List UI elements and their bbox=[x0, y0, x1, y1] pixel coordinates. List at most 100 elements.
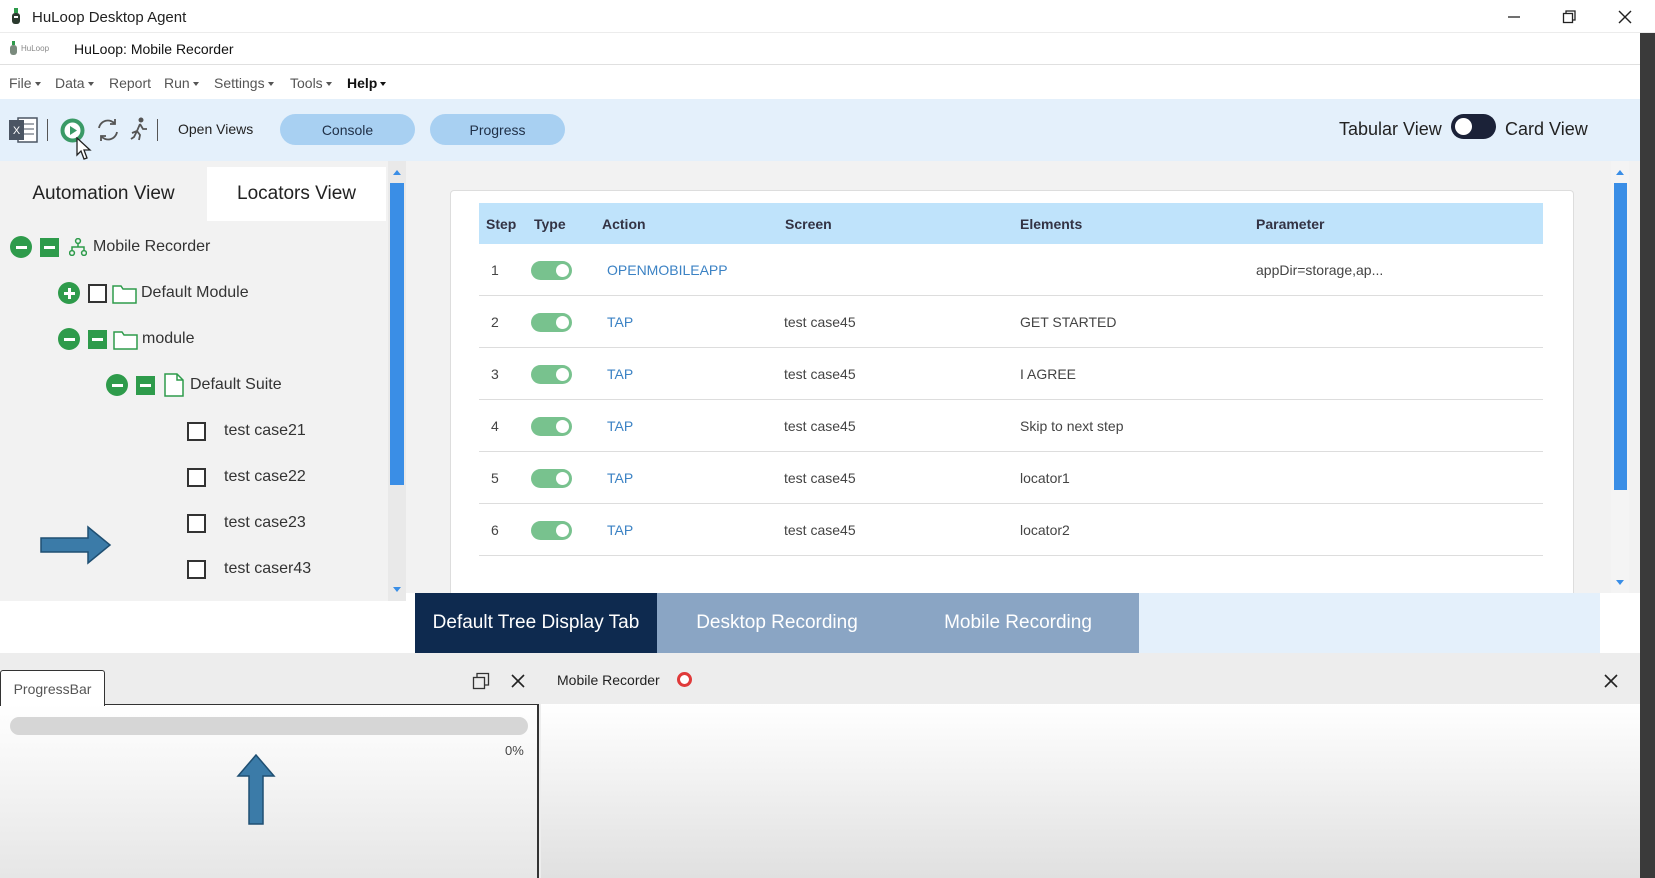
progress-percent: 0% bbox=[505, 743, 524, 758]
checkbox[interactable] bbox=[88, 283, 107, 303]
checkbox[interactable] bbox=[187, 467, 206, 487]
table-row[interactable]: 4 TAP test case45 Skip to next step bbox=[479, 400, 1543, 452]
close-button[interactable] bbox=[1597, 0, 1653, 33]
arrow-right-icon bbox=[40, 525, 112, 565]
tree-default-suite[interactable]: Default Suite bbox=[106, 372, 282, 398]
console-button[interactable]: Console bbox=[280, 114, 415, 145]
cell-action[interactable]: OPENMOBILEAPP bbox=[607, 262, 728, 278]
menu-data[interactable]: Data bbox=[55, 75, 94, 91]
test-case-label: test case23 bbox=[224, 514, 306, 531]
cell-action[interactable]: TAP bbox=[607, 366, 633, 382]
restore-panel-button[interactable] bbox=[472, 672, 490, 690]
collapse-square-icon[interactable] bbox=[136, 375, 155, 395]
tree-default-module[interactable]: Default Module bbox=[58, 280, 249, 306]
folder-icon bbox=[113, 330, 138, 350]
close-recorder-button[interactable] bbox=[1603, 673, 1619, 689]
checkbox[interactable] bbox=[187, 421, 206, 441]
tree-test-case[interactable]: test caser43 bbox=[187, 556, 311, 582]
header-type: Type bbox=[534, 216, 566, 232]
tabular-view-label: Tabular View bbox=[1339, 119, 1442, 139]
checkbox[interactable] bbox=[187, 513, 206, 533]
menu-report[interactable]: Report bbox=[109, 75, 151, 91]
row-toggle[interactable] bbox=[531, 469, 572, 488]
scroll-thumb[interactable] bbox=[390, 183, 404, 485]
minimize-button[interactable] bbox=[1486, 0, 1542, 33]
collapse-icon[interactable] bbox=[10, 236, 32, 258]
table-row[interactable]: 2 TAP test case45 GET STARTED bbox=[479, 296, 1543, 348]
row-toggle[interactable] bbox=[531, 313, 572, 332]
tree-module[interactable]: module bbox=[58, 326, 194, 352]
tree-test-case[interactable]: test case23 bbox=[187, 510, 306, 536]
scroll-up-icon[interactable] bbox=[388, 165, 406, 179]
progress-button[interactable]: Progress bbox=[430, 114, 565, 145]
collapse-square-icon[interactable] bbox=[40, 237, 59, 257]
app-logo-icon bbox=[9, 8, 23, 25]
tab-progress-bar[interactable]: ProgressBar bbox=[0, 670, 105, 706]
scroll-down-icon[interactable] bbox=[388, 583, 406, 597]
run-person-icon[interactable] bbox=[130, 117, 148, 141]
restore-button[interactable] bbox=[1541, 0, 1597, 33]
tree-root[interactable]: Mobile Recorder bbox=[10, 234, 210, 260]
view-toggle[interactable] bbox=[1451, 114, 1496, 139]
test-case-label: test case22 bbox=[224, 468, 306, 485]
cell-action[interactable]: TAP bbox=[607, 314, 633, 330]
tab-locators-view[interactable]: Locators View bbox=[207, 167, 386, 221]
table-row[interactable]: 3 TAP test case45 I AGREE bbox=[479, 348, 1543, 400]
collapse-icon[interactable] bbox=[58, 328, 80, 350]
table-row[interactable]: 1 OPENMOBILEAPP appDir=storage,ap... bbox=[479, 244, 1543, 296]
cell-screen: test case45 bbox=[784, 522, 856, 538]
refresh-icon[interactable] bbox=[95, 117, 121, 143]
cell-action[interactable]: TAP bbox=[607, 418, 633, 434]
row-toggle[interactable] bbox=[531, 417, 572, 436]
collapse-square-icon[interactable] bbox=[88, 329, 107, 349]
tab-automation-view[interactable]: Automation View bbox=[0, 167, 207, 221]
cell-action[interactable]: TAP bbox=[607, 470, 633, 486]
collapse-icon[interactable] bbox=[106, 374, 128, 396]
arrow-up-icon bbox=[236, 754, 276, 826]
app-subtitle: HuLoop: Mobile Recorder bbox=[74, 41, 234, 57]
close-panel-button[interactable] bbox=[510, 673, 526, 689]
menu-run[interactable]: Run bbox=[164, 75, 199, 91]
cell-screen: test case45 bbox=[784, 366, 856, 382]
toggle-knob bbox=[556, 472, 569, 485]
table-row[interactable]: 6 TAP test case45 locator2 bbox=[479, 504, 1543, 556]
test-case-label: test caser43 bbox=[224, 560, 312, 577]
menu-bar: File Data Report Run Settings Tools Help bbox=[0, 65, 1640, 99]
table-scrollbar[interactable] bbox=[1611, 161, 1629, 593]
row-toggle[interactable] bbox=[531, 365, 572, 384]
tree-scrollbar[interactable] bbox=[388, 161, 406, 601]
toggle-knob bbox=[556, 264, 569, 277]
menu-settings[interactable]: Settings bbox=[214, 75, 274, 91]
menu-help[interactable]: Help bbox=[347, 75, 387, 91]
tree-test-case[interactable]: test case22 bbox=[187, 464, 306, 490]
cell-action[interactable]: TAP bbox=[607, 522, 633, 538]
menu-help-label: Help bbox=[347, 75, 378, 91]
open-views-button[interactable]: Open Views bbox=[178, 121, 253, 137]
menu-file[interactable]: File bbox=[9, 75, 41, 91]
menu-data-label: Data bbox=[55, 75, 85, 91]
tree-panel: Automation View Locators View Mobile Rec… bbox=[0, 161, 406, 601]
row-toggle[interactable] bbox=[531, 261, 572, 280]
menu-file-label: File bbox=[9, 75, 32, 91]
toggle-knob bbox=[556, 316, 569, 329]
row-toggle[interactable] bbox=[531, 521, 572, 540]
excel-icon[interactable]: X bbox=[9, 116, 38, 144]
tab-default-tree-display[interactable]: Default Tree Display Tab bbox=[415, 593, 657, 653]
menu-tools[interactable]: Tools bbox=[290, 75, 332, 91]
cell-elements: locator1 bbox=[1020, 470, 1070, 486]
scroll-down-icon[interactable] bbox=[1611, 576, 1629, 590]
cell-elements: locator2 bbox=[1020, 522, 1070, 538]
record-icon[interactable] bbox=[677, 672, 692, 687]
expand-icon[interactable] bbox=[58, 282, 80, 304]
restore-icon bbox=[472, 672, 490, 690]
cell-elements: Skip to next step bbox=[1020, 418, 1124, 434]
scroll-thumb[interactable] bbox=[1614, 183, 1627, 490]
tree-test-case[interactable]: test case21 bbox=[187, 418, 306, 444]
scroll-up-icon[interactable] bbox=[1611, 165, 1629, 179]
tab-desktop-recording[interactable]: Desktop Recording bbox=[657, 593, 897, 653]
checkbox[interactable] bbox=[187, 559, 206, 579]
tab-mobile-recording[interactable]: Mobile Recording bbox=[897, 593, 1139, 653]
caret-down-icon bbox=[192, 82, 199, 87]
table-row[interactable]: 5 TAP test case45 locator1 bbox=[479, 452, 1543, 504]
toggle-knob bbox=[556, 524, 569, 537]
